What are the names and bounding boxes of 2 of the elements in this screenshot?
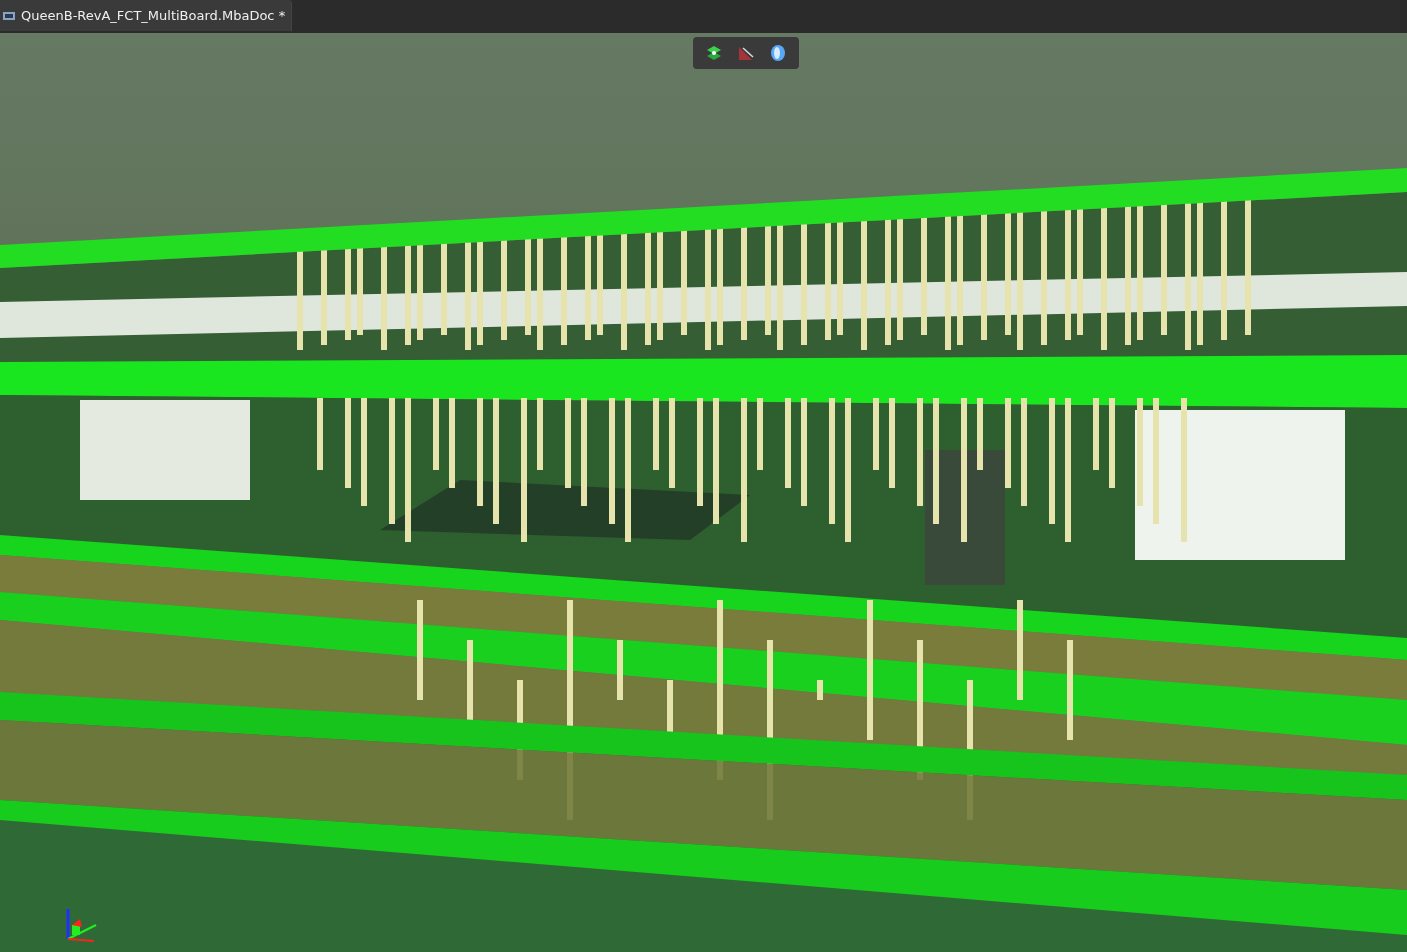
document-icon [2,9,16,22]
document-tab[interactable]: QueenB-RevA_FCT_MultiBoard.MbaDoc * [0,0,293,31]
